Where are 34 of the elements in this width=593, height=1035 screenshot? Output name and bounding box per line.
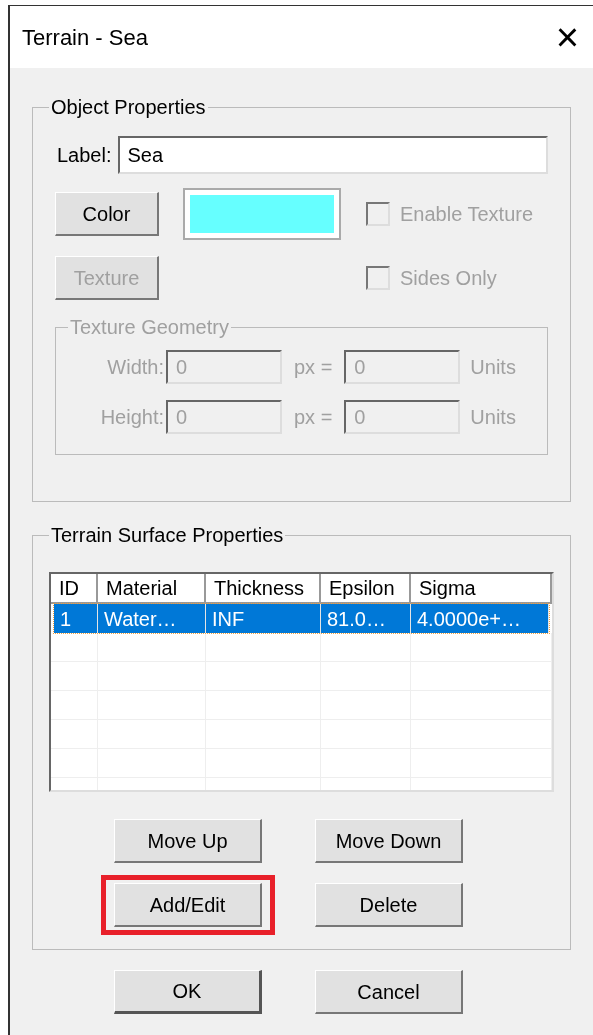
push-button[interactable]: Add/Edit <box>114 883 262 927</box>
window-title: Terrain - Sea <box>22 23 148 52</box>
group-title: Object Properties <box>50 95 207 120</box>
unit-text: Units <box>470 355 516 380</box>
push-button[interactable]: Delete <box>315 883 463 927</box>
unit-text: px = <box>294 405 333 430</box>
push-button[interactable]: Color <box>55 192 159 236</box>
group-title: Terrain Surface Properties <box>50 523 285 548</box>
text-field[interactable]: Sea <box>117 136 548 174</box>
field-caption: Width: <box>106 355 164 380</box>
table-cell: 81.0… <box>321 604 411 633</box>
column-header[interactable]: Epsilon <box>321 574 411 604</box>
field-caption: Height: <box>99 405 164 430</box>
push-button[interactable]: OK <box>114 970 262 1014</box>
table-cell: INF <box>206 604 321 633</box>
close-button[interactable]: × <box>547 17 587 57</box>
push-button[interactable]: Cancel <box>315 970 463 1014</box>
unit-text: Units <box>470 405 516 430</box>
push-button[interactable]: Move Down <box>315 819 463 863</box>
checkbox-label: Sides Only <box>400 266 497 291</box>
table-cell: 1 <box>54 604 98 633</box>
group-title: Texture Geometry <box>69 315 230 340</box>
unit-text: px = <box>294 355 333 380</box>
column-header[interactable]: Thickness <box>206 574 321 604</box>
column-header[interactable]: Sigma <box>411 574 552 604</box>
table-cell: Water… <box>98 604 206 633</box>
checkbox-label: Enable Texture <box>400 202 534 227</box>
push-button[interactable]: Move Up <box>114 819 262 863</box>
column-header[interactable]: Material <box>98 574 206 604</box>
label-caption: Label: <box>57 143 112 168</box>
color-swatch-frame[interactable] <box>183 188 341 240</box>
table-row[interactable]: 1 Water… INF 81.0… 4.0000e+… <box>54 604 549 633</box>
table-cell: 4.0000e+… <box>411 604 549 633</box>
column-header[interactable]: ID <box>51 574 98 604</box>
